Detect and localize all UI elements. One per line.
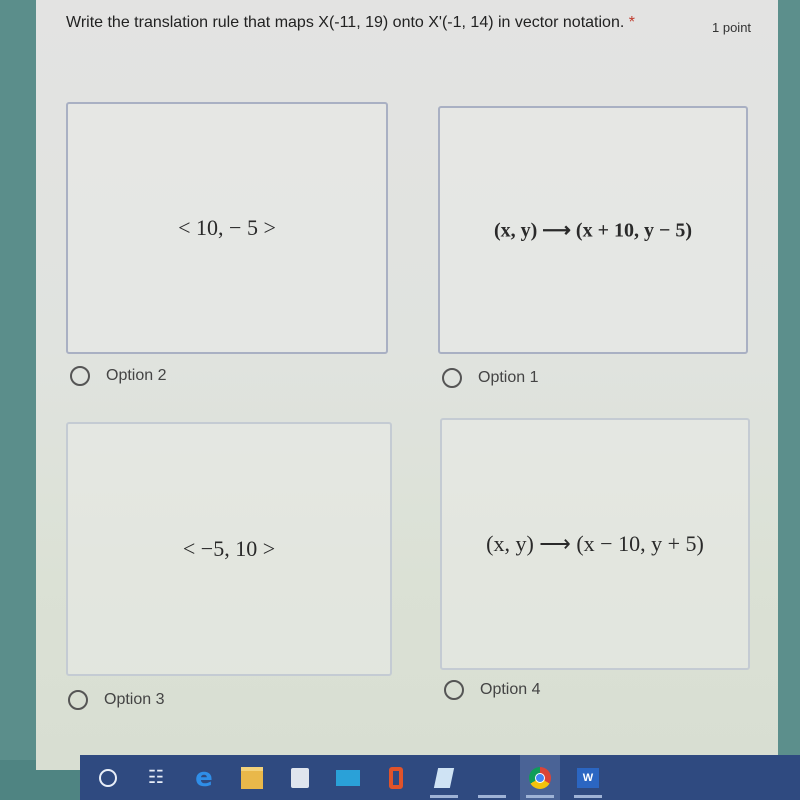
running-indicator: [430, 795, 458, 798]
background-right: [778, 0, 800, 760]
option-3-choice[interactable]: Option 3: [68, 690, 164, 710]
option-2-label: Option 2: [106, 367, 167, 384]
option-3-math: < −5, 10 >: [182, 536, 276, 561]
word-icon[interactable]: W: [568, 755, 608, 800]
option-4-radio[interactable]: [444, 680, 464, 700]
points-label: 1 point: [712, 20, 752, 35]
option-4-choice[interactable]: Option 4: [444, 680, 540, 700]
question-title: Write the translation rule that maps X(-…: [66, 10, 666, 36]
option-3-image[interactable]: < −5, 10 >: [66, 422, 392, 676]
word-letter: W: [577, 767, 599, 788]
option-1-radio[interactable]: [442, 368, 462, 388]
question-text: Write the translation rule that maps X(-…: [66, 14, 625, 31]
option-3-radio[interactable]: [68, 690, 88, 710]
mail-icon[interactable]: [328, 755, 368, 800]
option-2-image[interactable]: < 10, − 5 >: [66, 102, 388, 354]
notepad-icon[interactable]: [424, 755, 464, 800]
running-indicator: [478, 795, 506, 798]
option-2-choice[interactable]: Option 2: [70, 366, 166, 386]
required-marker: *: [628, 14, 635, 31]
option-1-label: Option 1: [478, 369, 539, 386]
option-1-image[interactable]: (x, y) ⟶ (x + 10, y − 5): [438, 106, 748, 354]
chrome-icon[interactable]: [520, 755, 560, 800]
option-1-choice[interactable]: Option 1: [442, 368, 538, 388]
option-3-label: Option 3: [104, 691, 165, 708]
cortana-search-icon[interactable]: [88, 755, 128, 800]
option-4-image[interactable]: (x, y) ⟶ (x − 10, y + 5): [440, 418, 750, 670]
file-explorer-icon[interactable]: [232, 755, 272, 800]
option-1-math: (x, y) ⟶ (x + 10, y − 5): [493, 219, 693, 242]
option-4-math: (x, y) ⟶ (x − 10, y + 5): [486, 531, 704, 556]
windows-taskbar: ☷ e W: [80, 755, 800, 800]
edge-icon[interactable]: e: [184, 755, 224, 800]
office-icon[interactable]: [376, 755, 416, 800]
option-2-math: < 10, − 5 >: [178, 215, 276, 240]
running-indicator: [574, 795, 602, 798]
running-indicator: [526, 795, 554, 798]
option-2-radio[interactable]: [70, 366, 90, 386]
blank-app-icon[interactable]: [472, 755, 512, 800]
question-card: Write the translation rule that maps X(-…: [36, 0, 778, 770]
background-left: [0, 0, 36, 760]
task-view-icon[interactable]: ☷: [136, 755, 176, 800]
option-4-label: Option 4: [480, 681, 541, 698]
store-icon[interactable]: [280, 755, 320, 800]
